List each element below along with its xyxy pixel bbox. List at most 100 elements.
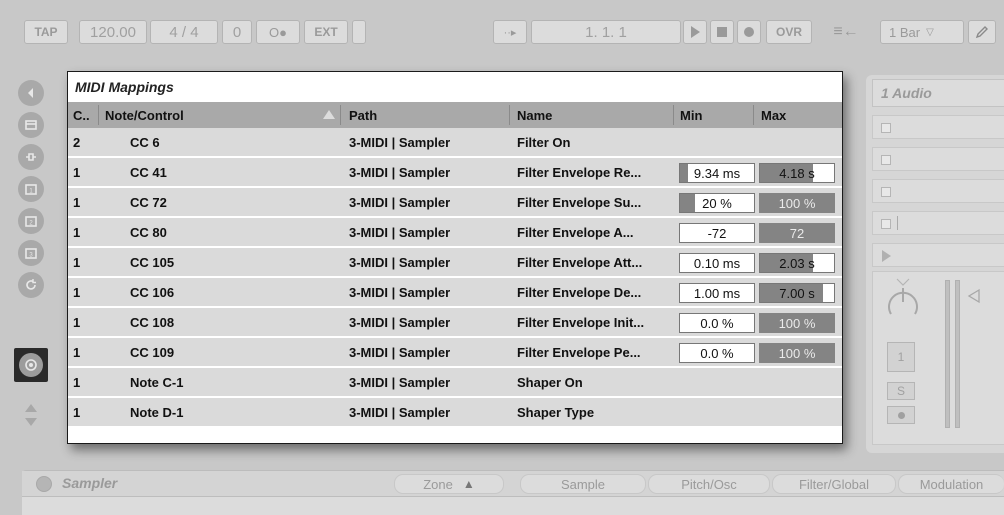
min-value-field[interactable]: 0.0 % <box>679 343 755 363</box>
table-row[interactable]: 1 Note C-1 3-MIDI | Sampler Shaper On <box>68 368 842 398</box>
column-header-min[interactable]: Min <box>680 102 702 128</box>
pan-knob-icon[interactable] <box>883 276 923 320</box>
volume-fader-icon[interactable] <box>967 288 981 304</box>
max-value-field[interactable]: 100 % <box>759 313 835 333</box>
channel-cell: 1 <box>73 164 81 180</box>
channel-cell: 1 <box>73 284 81 300</box>
clip-slot[interactable] <box>872 211 1004 235</box>
path-cell: 3-MIDI | Sampler <box>349 284 451 300</box>
value-label: 7.00 s <box>779 285 815 301</box>
clip-slot[interactable] <box>872 147 1004 171</box>
value-label: 2.03 s <box>779 255 815 271</box>
table-row[interactable]: 1 CC 80 3-MIDI | Sampler Filter Envelope A.… <box>68 218 842 248</box>
max-value-field[interactable]: 100 % <box>759 193 835 213</box>
arm-button[interactable] <box>887 406 915 424</box>
metronome-button[interactable]: O● <box>256 20 300 44</box>
overdub-button[interactable]: OVR <box>766 20 812 44</box>
value-label: 4.18 s <box>779 165 815 181</box>
path-cell: 3-MIDI | Sampler <box>349 224 451 240</box>
quantize-menu[interactable]: 1 Bar ▽ <box>880 20 964 44</box>
slot-divider <box>897 216 898 230</box>
tab-modulation[interactable]: Modulation <box>898 474 1004 494</box>
ext-sync-button[interactable]: EXT <box>304 20 348 44</box>
scroll-arrows[interactable] <box>22 404 40 444</box>
table-row[interactable]: 1 CC 106 3-MIDI | Sampler Filter Envelope D… <box>68 278 842 308</box>
stop-button[interactable] <box>710 20 734 44</box>
tab-sample[interactable]: Sample <box>520 474 646 494</box>
table-row[interactable]: 2 CC 6 3-MIDI | Sampler Filter On <box>68 128 842 158</box>
target-icon <box>19 353 43 377</box>
record-button[interactable] <box>737 20 761 44</box>
clip-slot[interactable] <box>872 179 1004 203</box>
path-cell: 3-MIDI | Sampler <box>349 164 451 180</box>
max-value-field[interactable]: 2.03 s <box>759 253 835 273</box>
table-row[interactable]: 1 CC 105 3-MIDI | Sampler Filter Envelope A… <box>68 248 842 278</box>
sort-ascending-icon[interactable] <box>323 110 335 119</box>
track-title[interactable]: 1 Audio <box>872 79 1004 107</box>
min-value-field[interactable]: 9.34 ms <box>679 163 755 183</box>
channel-cell: 1 <box>73 254 81 270</box>
solo-button[interactable]: S <box>887 382 915 400</box>
note-control-cell: CC 109 <box>130 344 175 360</box>
tempo-field[interactable]: 120.00 <box>79 20 147 44</box>
table-row[interactable]: 1 Note D-1 3-MIDI | Sampler Shaper Type <box>68 398 842 428</box>
min-value-field[interactable]: 20 % <box>679 193 755 213</box>
arrow-down-icon[interactable] <box>25 418 37 426</box>
time-signature-field[interactable]: 4 / 4 <box>150 20 218 44</box>
clip-slot[interactable] <box>872 115 1004 139</box>
path-cell: 3-MIDI | Sampler <box>349 404 451 420</box>
song-position-field[interactable]: 1. 1. 1 <box>531 20 681 44</box>
path-cell: 3-MIDI | Sampler <box>349 314 451 330</box>
scene-launch-slot[interactable] <box>872 243 1004 267</box>
value-label: 0.10 ms <box>693 255 741 271</box>
arrangement-record-icon[interactable]: ≡← <box>816 20 876 44</box>
column-header-path[interactable]: Path <box>349 102 377 128</box>
column-header-max[interactable]: Max <box>761 102 786 128</box>
value-label: 1.00 ms <box>693 285 741 301</box>
value-label: 20 % <box>702 195 732 211</box>
sidebar-item-folder-3[interactable]: 3 <box>18 240 44 266</box>
sidebar-item-plugins[interactable] <box>18 144 44 170</box>
min-value-field[interactable]: 0.10 ms <box>679 253 755 273</box>
arrow-up-icon[interactable] <box>25 404 37 412</box>
sidebar-toggle-button[interactable] <box>18 80 44 106</box>
sidebar-item-hot-swap[interactable] <box>18 272 44 298</box>
device-header: Sampler Zone ▲ Sample Pitch/Osc Filter/G… <box>22 471 1004 497</box>
max-value-field[interactable]: 100 % <box>759 343 835 363</box>
max-value-field[interactable]: 7.00 s <box>759 283 835 303</box>
device-icon <box>25 120 37 130</box>
tab-filter-global[interactable]: Filter/Global <box>772 474 896 494</box>
draw-mode-button[interactable] <box>968 20 996 44</box>
track-activator-button[interactable]: 1 <box>887 342 915 372</box>
table-row[interactable]: 1 CC 41 3-MIDI | Sampler Filter Envelope Re… <box>68 158 842 188</box>
sidebar-item-info-view[interactable] <box>14 348 48 382</box>
table-row[interactable]: 1 CC 108 3-MIDI | Sampler Filter Envelope I… <box>68 308 842 338</box>
min-value-field[interactable]: 0.0 % <box>679 313 755 333</box>
follow-button[interactable]: ··▸ <box>493 20 527 44</box>
note-control-cell: CC 41 <box>130 164 167 180</box>
play-icon <box>882 250 891 262</box>
sidebar-item-devices[interactable] <box>18 112 44 138</box>
column-header-note-control[interactable]: Note/Control <box>105 102 184 128</box>
table-row[interactable]: 1 CC 109 3-MIDI | Sampler Filter Envelope P… <box>68 338 842 368</box>
tab-pitch-osc[interactable]: Pitch/Osc <box>648 474 770 494</box>
device-on-icon[interactable] <box>36 476 52 492</box>
table-row[interactable]: 1 CC 72 3-MIDI | Sampler Filter Envelope Su… <box>68 188 842 218</box>
max-value-field[interactable]: 4.18 s <box>759 163 835 183</box>
tab-zone[interactable]: Zone ▲ <box>394 474 504 494</box>
column-divider <box>673 105 674 125</box>
column-header-name[interactable]: Name <box>517 102 552 128</box>
max-value-field[interactable]: 72 <box>759 223 835 243</box>
play-button[interactable] <box>683 20 707 44</box>
tap-button[interactable]: TAP <box>24 20 68 44</box>
min-value-field[interactable]: -72 <box>679 223 755 243</box>
sidebar-item-folder-1[interactable]: 1 <box>18 176 44 202</box>
groove-field[interactable]: 0 <box>222 20 252 44</box>
sidebar-item-folder-2[interactable]: 2 <box>18 208 44 234</box>
column-header-channel[interactable]: C.. <box>73 102 90 128</box>
min-value-field[interactable]: 1.00 ms <box>679 283 755 303</box>
path-cell: 3-MIDI | Sampler <box>349 374 451 390</box>
channel-cell: 1 <box>73 404 81 420</box>
name-cell: Filter Envelope Att... <box>517 254 643 270</box>
path-cell: 3-MIDI | Sampler <box>349 134 451 150</box>
